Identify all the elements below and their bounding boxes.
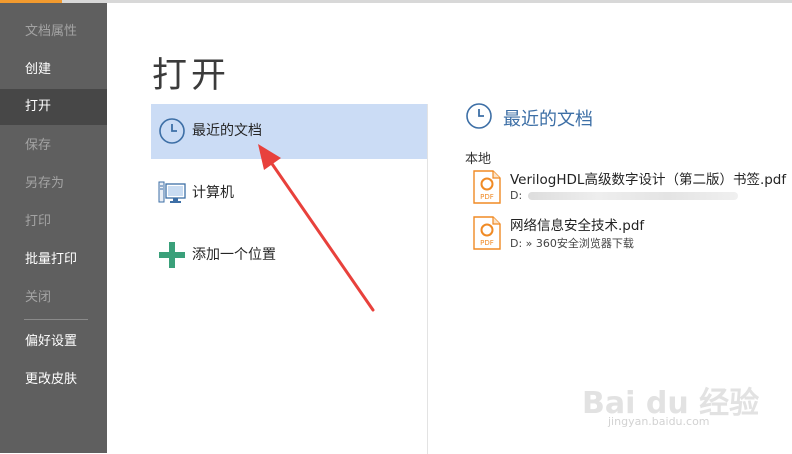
place-label: 最近的文档 (192, 123, 262, 139)
sidebar-item-document-properties[interactable]: 文档属性 (0, 14, 107, 50)
sidebar-item-close[interactable]: 关闭 (0, 280, 107, 316)
svg-text:PDF: PDF (480, 239, 494, 247)
place-computer[interactable]: 计算机 (151, 166, 427, 221)
sidebar: 文档属性 创建 打开 保存 另存为 打印 批量打印 关闭 偏好设置 更改皮肤 (0, 3, 107, 453)
plus-icon (159, 242, 185, 268)
sidebar-item-create[interactable]: 创建 (0, 52, 107, 88)
place-label: 计算机 (192, 185, 234, 201)
sidebar-divider (24, 319, 88, 320)
page-title: 打开 (152, 56, 231, 96)
sidebar-item-open[interactable]: 打开 (0, 89, 107, 125)
sidebar-item-preferences[interactable]: 偏好设置 (0, 324, 107, 360)
svg-text:PDF: PDF (480, 193, 494, 201)
recent-documents-heading: 最近的文档 (503, 109, 593, 130)
recent-file-item[interactable]: PDF VerilogHDL高级数字设计（第二版）书签.pdf D: (473, 168, 787, 210)
file-name: 网络信息安全技术.pdf (510, 218, 645, 234)
file-name: VerilogHDL高级数字设计（第二版）书签.pdf (510, 172, 787, 188)
panel-divider (427, 104, 428, 454)
watermark: Bai du 经验 jingyan.baidu.com (572, 372, 772, 432)
sidebar-item-save[interactable]: 保存 (0, 128, 107, 164)
sidebar-item-change-skin[interactable]: 更改皮肤 (0, 362, 107, 398)
clock-icon (466, 103, 492, 129)
pdf-icon: PDF (473, 170, 501, 204)
place-recent-documents[interactable]: 最近的文档 (151, 104, 427, 159)
sidebar-item-print[interactable]: 打印 (0, 204, 107, 240)
recent-file-item[interactable]: PDF 网络信息安全技术.pdf D: » 360安全浏览器下载 (473, 214, 783, 256)
place-add-location[interactable]: 添加一个位置 (151, 228, 427, 283)
sidebar-item-batch-print[interactable]: 批量打印 (0, 242, 107, 278)
place-label: 添加一个位置 (192, 247, 276, 263)
computer-icon (158, 181, 186, 203)
watermark-url: jingyan.baidu.com (608, 415, 710, 428)
file-path: D: » 360安全浏览器下载 (510, 237, 634, 250)
sidebar-item-save-as[interactable]: 另存为 (0, 166, 107, 202)
file-path: D: (510, 189, 739, 202)
pdf-icon: PDF (473, 216, 501, 250)
clock-icon (159, 118, 185, 144)
local-group-label: 本地 (465, 152, 492, 167)
